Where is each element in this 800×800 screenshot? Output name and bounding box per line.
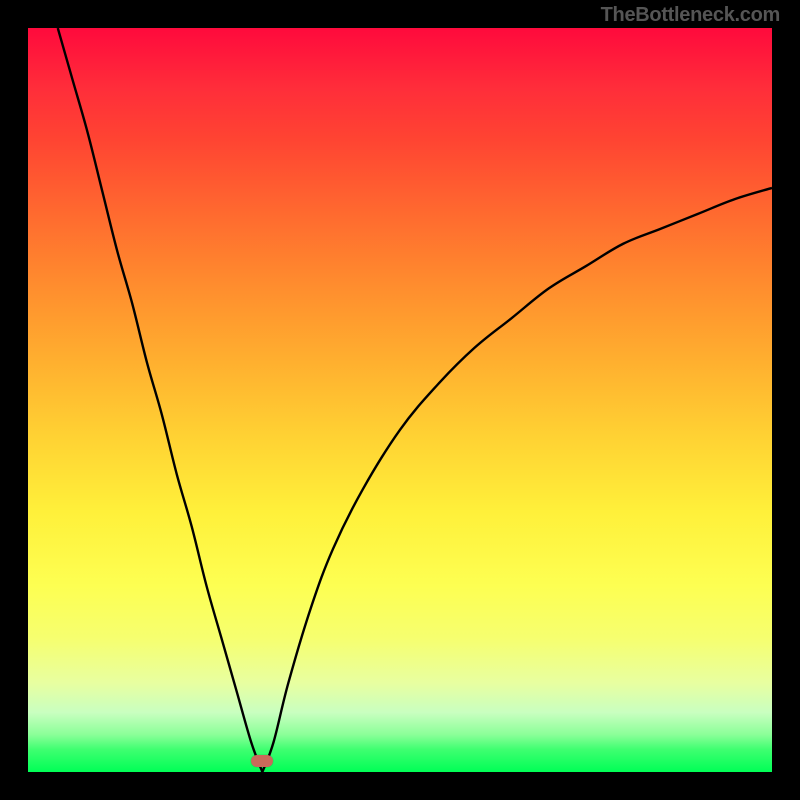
attribution-text: TheBottleneck.com	[601, 4, 780, 27]
bottleneck-curve	[28, 28, 772, 772]
optimum-marker	[251, 755, 273, 767]
curve-left-branch	[58, 28, 263, 772]
chart-plot-area	[28, 28, 772, 772]
curve-right-branch	[262, 188, 772, 772]
